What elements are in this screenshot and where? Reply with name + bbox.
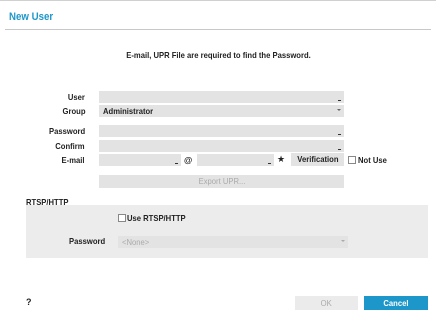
- cursor-mark: [338, 149, 341, 150]
- password-input[interactable]: [99, 125, 344, 137]
- chevron-down-icon: [341, 240, 345, 242]
- use-rtsp-label: Use RTSP/HTTP: [127, 213, 186, 223]
- cursor-mark: [338, 134, 341, 135]
- dialog-title: New User: [9, 11, 54, 23]
- cursor-mark: [268, 163, 271, 164]
- rtsp-password-label: Password: [68, 236, 105, 246]
- use-rtsp-checkbox[interactable]: [118, 214, 126, 222]
- user-label: User: [67, 92, 85, 102]
- confirm-label: Confirm: [55, 141, 85, 151]
- not-use-label: Not Use: [358, 155, 387, 165]
- email-domain-input[interactable]: [197, 154, 274, 166]
- title-divider: [5, 29, 431, 30]
- ok-button[interactable]: OK: [295, 296, 358, 310]
- cursor-mark: [338, 100, 341, 101]
- star-icon[interactable]: ★: [277, 154, 285, 165]
- password-label: Password: [48, 126, 85, 136]
- not-use-checkbox[interactable]: [348, 156, 356, 164]
- chevron-down-icon: [337, 109, 341, 111]
- help-button[interactable]: ?: [26, 297, 32, 307]
- cancel-button[interactable]: Cancel: [364, 296, 428, 310]
- email-label: E-mail: [62, 155, 85, 165]
- new-user-dialog: New User E-mail, UPR File are required t…: [0, 0, 436, 322]
- group-label: Group: [62, 106, 85, 116]
- rtsp-password-input[interactable]: <None>: [118, 236, 348, 248]
- email-local-input[interactable]: [99, 154, 181, 166]
- rtsp-panel: [26, 205, 428, 258]
- user-input[interactable]: [99, 91, 344, 103]
- email-at-sign: @: [184, 155, 193, 165]
- verification-button[interactable]: Verification: [291, 153, 344, 166]
- export-upr-button[interactable]: Export UPR...: [99, 175, 344, 188]
- group-select[interactable]: Administrator: [99, 105, 344, 117]
- title-bar: New User: [0, 0, 436, 31]
- cursor-mark: [175, 163, 178, 164]
- confirm-input[interactable]: [99, 140, 344, 152]
- notice-text: E-mail, UPR File are required to find th…: [125, 50, 311, 60]
